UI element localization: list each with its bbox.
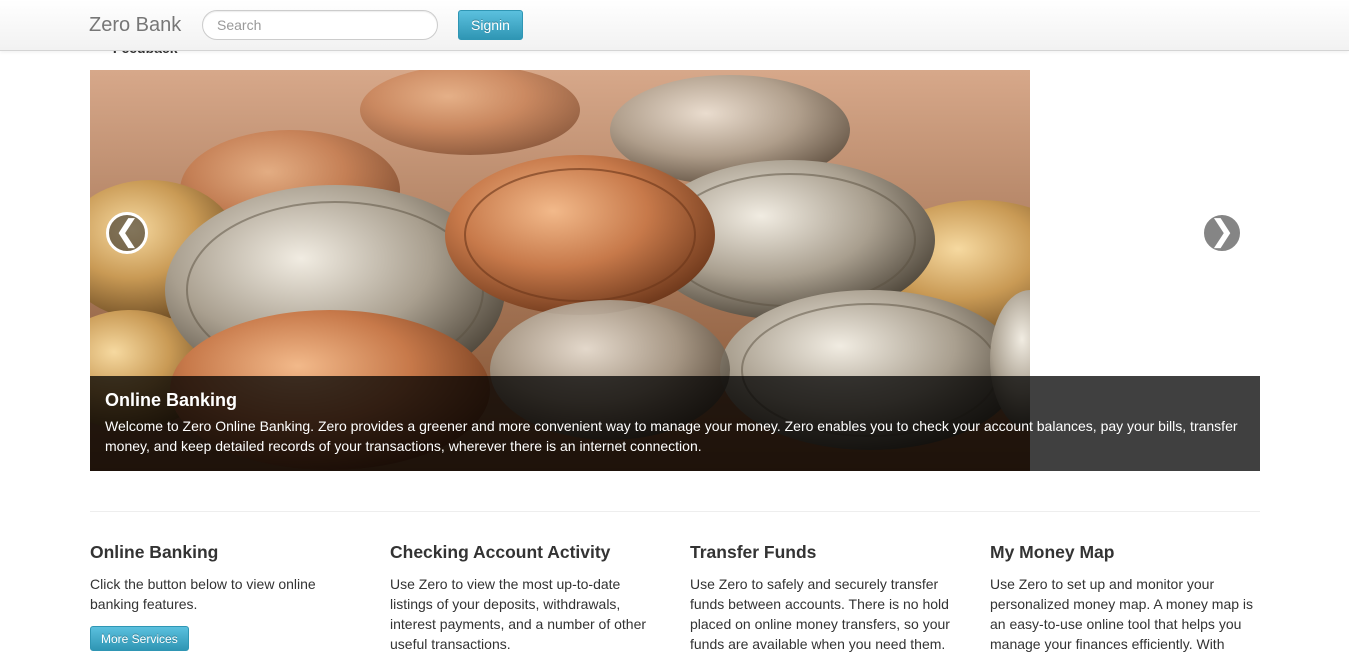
feature-text: Use Zero to set up and monitor your pers… (990, 576, 1254, 652)
signin-button[interactable]: Signin (458, 10, 523, 40)
brand-logo[interactable]: Zero Bank (89, 12, 181, 38)
carousel-next-button[interactable]: ❯ (1201, 212, 1243, 254)
section-divider (90, 511, 1260, 512)
search-input[interactable] (202, 10, 438, 40)
chevron-right-icon: ❯ (1209, 214, 1235, 249)
feature-text: Use Zero to view the most up-to-date lis… (390, 576, 647, 652)
feature-title: My Money Map (990, 542, 1115, 562)
caption-text: Welcome to Zero Online Banking. Zero pro… (105, 418, 1238, 454)
feature-title: Checking Account Activity (390, 542, 611, 562)
chevron-left-icon: ❮ (114, 214, 140, 249)
carousel-caption: Online Banking Welcome to Zero Online Ba… (90, 376, 1260, 471)
top-navbar: Zero Bank Signin (0, 0, 1349, 51)
feature-transfer-funds: Transfer Funds Use Zero to safely and se… (690, 540, 960, 654)
feature-text: Click the button below to view online ba… (90, 576, 316, 612)
feature-title: Online Banking (90, 542, 219, 562)
feature-title: Transfer Funds (690, 542, 817, 562)
feature-columns: Online Banking Click the button below to… (90, 540, 1280, 657)
feature-text: Use Zero to safely and securely transfer… (690, 576, 950, 652)
caption-title: Online Banking (105, 390, 238, 410)
carousel: ❮ ❯ Online Banking Welcome to Zero Onlin… (90, 70, 1260, 471)
feature-my-money-map: My Money Map Use Zero to set up and moni… (990, 540, 1260, 654)
feature-online-banking: Online Banking Click the button below to… (90, 540, 360, 651)
carousel-prev-button[interactable]: ❮ (106, 212, 148, 254)
feature-checking-account-activity: Checking Account Activity Use Zero to vi… (390, 540, 660, 654)
more-services-button[interactable]: More Services (90, 626, 189, 651)
